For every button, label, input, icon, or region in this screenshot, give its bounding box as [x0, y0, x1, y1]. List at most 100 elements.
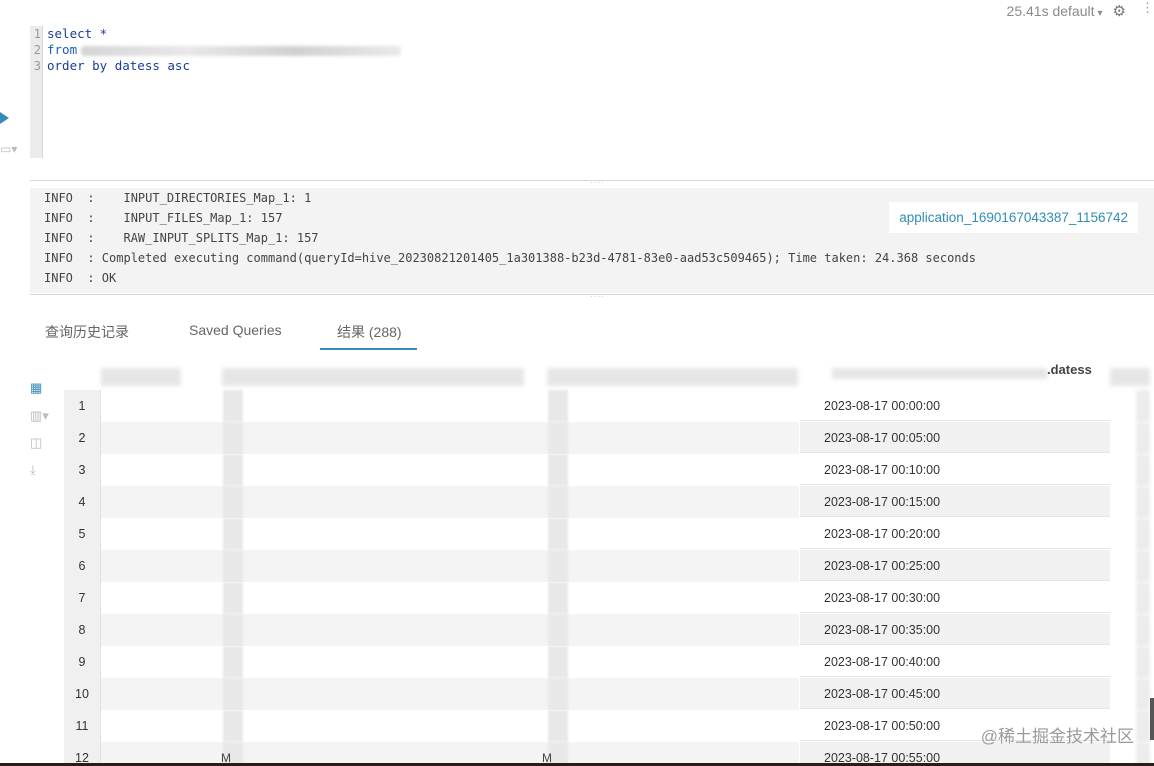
redacted-cell [548, 710, 568, 742]
redacted-cell [1136, 454, 1150, 486]
cell-datess: 2023-08-17 00:40:00 [800, 646, 1110, 677]
redacted-cells [101, 422, 799, 454]
code-line-3: order by datess asc [47, 58, 190, 73]
redacted-cell [1136, 678, 1150, 710]
redacted-cells [1110, 486, 1154, 518]
timing-dropdown[interactable]: 25.41s default ▾ [1007, 3, 1103, 19]
cell-datess: 2023-08-17 00:15:00 [800, 486, 1110, 517]
table-row[interactable]: 5 2023-08-17 00:20:00 [64, 518, 1154, 550]
redacted-cells [1110, 518, 1154, 550]
redacted-cells [101, 486, 799, 518]
cell-datess: 2023-08-17 00:35:00 [800, 614, 1110, 645]
row-number: 9 [64, 646, 101, 678]
log-line: INFO : Completed executing command(query… [44, 251, 976, 265]
scrollbar[interactable] [1150, 698, 1154, 740]
table-row[interactable]: 1 2023-08-17 00:00:00 [64, 390, 1154, 422]
redacted-cell [223, 582, 243, 614]
row-number: 11 [64, 710, 101, 742]
redacted-cell [223, 390, 243, 422]
redacted-cell [1136, 390, 1150, 422]
redacted-cell [1136, 646, 1150, 678]
sql-editor[interactable]: 1 2 3 select * from order by datess asc [30, 26, 1154, 158]
redacted-cells [101, 710, 799, 742]
log-line: INFO : INPUT_DIRECTORIES_Map_1: 1 [44, 191, 312, 205]
redacted-cells [1110, 614, 1154, 646]
redacted-cells [1110, 678, 1154, 710]
redacted-cell [223, 454, 243, 486]
cell-datess: 2023-08-17 00:00:00 [800, 390, 1110, 421]
row-number: 1 [64, 390, 101, 422]
log-line: INFO : OK [44, 271, 117, 285]
redacted-cell [223, 486, 243, 518]
more-icon[interactable]: ⋮ [1141, 0, 1154, 16]
row-number: 5 [64, 518, 101, 550]
tab-query-history[interactable]: 查询历史记录 [45, 322, 129, 342]
redacted-cell [1136, 582, 1150, 614]
redacted-cell [548, 422, 568, 454]
columns-icon[interactable]: ◫ [30, 435, 42, 451]
redacted-cell [548, 646, 568, 678]
line-number: 2 [33, 43, 41, 57]
code-content[interactable]: select * from order by datess asc [47, 26, 402, 74]
chart-icon[interactable]: ▥▾ [30, 408, 49, 424]
redacted-cells [101, 678, 799, 710]
editor-splitter[interactable]: ···· [30, 178, 1154, 187]
redacted-header [222, 368, 524, 386]
table-row[interactable]: 9 2023-08-17 00:40:00 [64, 646, 1154, 678]
redacted-cell [1136, 550, 1150, 582]
redacted-cell [223, 614, 243, 646]
table-row[interactable]: 4 2023-08-17 00:15:00 [64, 486, 1154, 518]
play-icon[interactable] [0, 112, 9, 124]
redacted-cell [1136, 486, 1150, 518]
row-number: 10 [64, 678, 101, 710]
redacted-cells [101, 518, 799, 550]
column-header-datess[interactable]: .datess [1047, 362, 1092, 377]
cell-datess: 2023-08-17 00:45:00 [800, 678, 1110, 709]
row-number: 7 [64, 582, 101, 614]
table-row[interactable]: 10 2023-08-17 00:45:00 [64, 678, 1154, 710]
row-number: 4 [64, 486, 101, 518]
redacted-cell [548, 486, 568, 518]
gear-icon[interactable]: ⚙ [1113, 2, 1126, 20]
download-icon[interactable]: ⤓ [30, 462, 36, 478]
drag-handle-icon[interactable]: ···· [590, 178, 605, 187]
redacted-cells [101, 582, 799, 614]
redacted-header [101, 368, 181, 386]
tab-results[interactable]: 结果 (288) [337, 322, 402, 342]
grid-icon[interactable]: ▦ [30, 380, 42, 396]
redacted-cells [1110, 550, 1154, 582]
redacted-cell [548, 582, 568, 614]
format-icon[interactable]: ▭▾ [0, 142, 17, 156]
redacted-cells [101, 646, 799, 678]
chevron-down-icon: ▾ [1097, 8, 1103, 19]
results-grid: .datess 1 2023-08-17 00:00:00 2 2023-08-17 … [64, 362, 1154, 766]
cell-datess: 2023-08-17 00:10:00 [800, 454, 1110, 485]
redacted-cell [548, 454, 568, 486]
redacted-cell [223, 518, 243, 550]
cell-datess: 2023-08-17 00:30:00 [800, 582, 1110, 613]
redacted-cell [223, 422, 243, 454]
drag-handle-icon[interactable]: ···· [590, 292, 605, 301]
redacted-cell [223, 550, 243, 582]
row-number: 6 [64, 550, 101, 582]
table-row[interactable]: 8 2023-08-17 00:35:00 [64, 614, 1154, 646]
query-meta: 25.41s default ▾ ⚙ [1007, 2, 1126, 20]
redacted-cells [1110, 390, 1154, 422]
watermark: @稀土掘金技术社区 [980, 727, 1134, 746]
line-number: 3 [33, 59, 41, 73]
table-row[interactable]: 7 2023-08-17 00:30:00 [64, 582, 1154, 614]
table-row[interactable]: 6 2023-08-17 00:25:00 [64, 550, 1154, 582]
log-splitter[interactable]: ···· [30, 292, 1154, 301]
code-line-1: select * [47, 26, 108, 41]
redacted-cells [101, 390, 799, 422]
application-link[interactable]: application_1690167043387_1156742 [889, 202, 1138, 233]
redacted-cell [548, 518, 568, 550]
redacted-header [1110, 368, 1150, 386]
redacted-cells [101, 550, 799, 582]
redacted-cell [1136, 710, 1150, 742]
tab-saved-queries[interactable]: Saved Queries [189, 322, 282, 338]
redacted-cells [1110, 646, 1154, 678]
row-number: 2 [64, 422, 101, 454]
table-row[interactable]: 3 2023-08-17 00:10:00 [64, 454, 1154, 486]
table-row[interactable]: 2 2023-08-17 00:05:00 [64, 422, 1154, 454]
